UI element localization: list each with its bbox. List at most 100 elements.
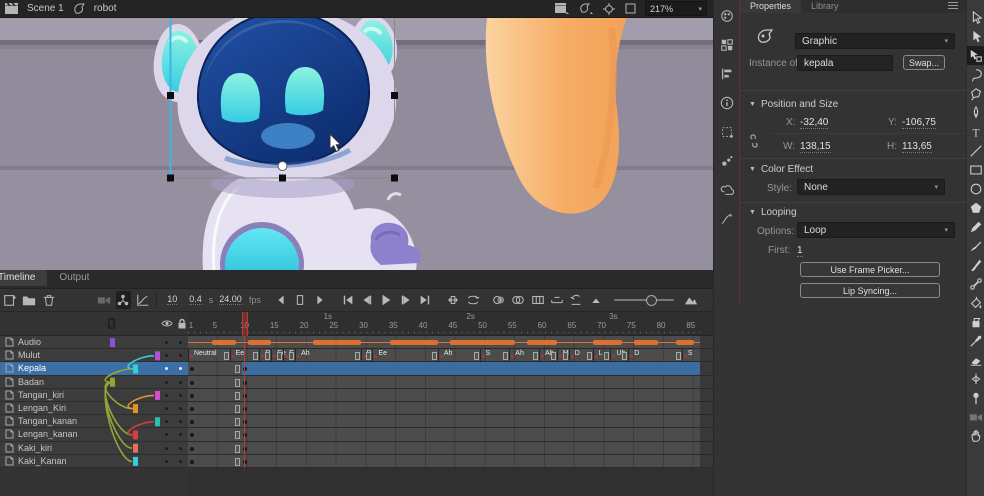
layer-lock-dot[interactable]: [179, 407, 182, 410]
edit-multiple-frames-icon[interactable]: [530, 291, 545, 309]
frame-row-tangan_kanan[interactable]: [188, 415, 713, 428]
camera-view-icon[interactable]: [96, 291, 111, 309]
mouth-keyframe-segment[interactable]: D: [628, 349, 682, 361]
subselection-tool-icon[interactable]: [967, 27, 984, 46]
edit-symbols-icon[interactable]: [579, 3, 593, 14]
layer-visibility-dot[interactable]: [165, 394, 168, 397]
scene-clapper-icon[interactable]: [5, 3, 18, 14]
tab-timeline[interactable]: Timeline: [0, 270, 47, 286]
panel-drag-edge[interactable]: [739, 0, 740, 305]
new-folder-icon[interactable]: [21, 291, 36, 309]
paint-bucket-tool-icon[interactable]: [967, 293, 984, 312]
first-frame-value[interactable]: 1: [797, 245, 803, 257]
lip-syncing-button[interactable]: Lip Syncing...: [800, 283, 940, 298]
color-effect-section-header[interactable]: ▼ Color Effect: [749, 164, 813, 175]
current-frame-value[interactable]: 10: [167, 294, 177, 305]
selected-frame-span[interactable]: [242, 362, 700, 374]
polystar-tool-icon[interactable]: [967, 198, 984, 217]
timeline-zoom-in-icon[interactable]: [684, 291, 699, 309]
layer-row-lengan_kiri[interactable]: Lengan_Kiri: [0, 402, 188, 415]
section-collapse-icon[interactable]: ▼: [749, 101, 756, 108]
section-collapse-icon[interactable]: ▼: [749, 209, 756, 216]
cc-libraries-panel-icon[interactable]: [717, 180, 737, 200]
mouth-keyframe-segment[interactable]: D: [259, 349, 271, 361]
transform-panel-icon[interactable]: [717, 122, 737, 142]
new-layer-icon[interactable]: [2, 291, 17, 309]
layer-row-mulut[interactable]: Mulut: [0, 349, 188, 362]
info-panel-icon[interactable]: [717, 93, 737, 113]
symbol-type-dropdown[interactable]: Graphic▾: [795, 33, 955, 49]
layer-visibility-dot[interactable]: [165, 381, 168, 384]
clip-content-icon[interactable]: [625, 3, 636, 14]
align-panel-icon[interactable]: [717, 64, 737, 84]
last-frame-icon[interactable]: [418, 291, 433, 309]
frame-span[interactable]: [188, 376, 700, 388]
oval-tool-icon[interactable]: [967, 179, 984, 198]
timeline-zoom-slider[interactable]: [614, 299, 674, 301]
mouth-keyframe-segment[interactable]: D: [361, 349, 373, 361]
swatches-panel-icon[interactable]: [717, 35, 737, 55]
pen-tool-icon[interactable]: [967, 103, 984, 122]
link-dimensions-icon[interactable]: [747, 134, 761, 148]
hand-tool-icon[interactable]: [967, 426, 984, 445]
layer-visibility-dot[interactable]: [165, 433, 168, 436]
timeline-zoom-out-icon[interactable]: [588, 291, 603, 309]
reset-timeline-zoom-icon[interactable]: [569, 291, 584, 309]
eyedropper-tool-icon[interactable]: [967, 331, 984, 350]
layer-visibility-dot[interactable]: [165, 341, 168, 344]
looping-section-header[interactable]: ▼ Looping: [749, 207, 797, 218]
play-icon[interactable]: [379, 291, 394, 309]
looping-options-dropdown[interactable]: Loop▾: [797, 222, 955, 238]
layer-lock-dot[interactable]: [179, 354, 182, 357]
center-frame-icon[interactable]: [445, 291, 460, 309]
tab-output[interactable]: Output: [47, 270, 101, 286]
onion-skin-icon[interactable]: [491, 291, 506, 309]
motion-editor-panel-icon[interactable]: [717, 209, 737, 229]
mouth-keyframe-segment[interactable]: S: [682, 349, 700, 361]
center-stage-icon[interactable]: [603, 3, 615, 15]
position-size-section-header[interactable]: ▼ Position and Size: [749, 99, 838, 110]
layer-visibility-dot[interactable]: [165, 447, 168, 450]
h-value[interactable]: 113,65: [902, 141, 932, 153]
mouth-keyframe-segment[interactable]: F: [283, 349, 295, 361]
mouth-keyframe-segment[interactable]: S: [480, 349, 510, 361]
brush-library-panel-icon[interactable]: [717, 151, 737, 171]
frame-row-badan[interactable]: [188, 376, 713, 389]
lock-column-icon[interactable]: [177, 318, 187, 329]
frame-span[interactable]: [188, 455, 700, 467]
layer-lock-dot[interactable]: [179, 367, 182, 370]
mouth-keyframe-segment[interactable]: Ee: [271, 349, 283, 361]
scene-name[interactable]: Scene 1: [27, 3, 64, 14]
mouth-keyframe-segment[interactable]: Ee: [372, 349, 437, 361]
layer-lock-dot[interactable]: [179, 460, 182, 463]
tab-properties[interactable]: Properties: [740, 0, 801, 13]
width-tool-icon[interactable]: [967, 369, 984, 388]
tab-library[interactable]: Library: [801, 0, 849, 13]
step-forward-icon[interactable]: [312, 291, 327, 309]
frame-ruler[interactable]: 15101520253035404550556065707580851s2s3s: [188, 312, 713, 336]
line-tool-icon[interactable]: [967, 141, 984, 160]
y-value[interactable]: -106,75: [902, 117, 936, 129]
loop-icon[interactable]: [465, 291, 480, 309]
classic-brush-tool-icon[interactable]: [967, 255, 984, 274]
mouth-keyframe-segment[interactable]: M: [557, 349, 569, 361]
frames-area[interactable]: 15101520253035404550556065707580851s2s3s…: [188, 312, 713, 496]
onion-markers-icon[interactable]: [549, 291, 564, 309]
layer-visibility-dot[interactable]: [165, 354, 168, 357]
mouth-keyframe-segment[interactable]: Neutral: [188, 349, 230, 361]
fluid-brush-tool-icon[interactable]: [967, 236, 984, 255]
free-transform-tool-icon[interactable]: [967, 46, 984, 65]
parenting-view-icon[interactable]: [116, 291, 131, 309]
frame-row-lengan_kiri[interactable]: [188, 402, 713, 415]
layer-lock-dot[interactable]: [179, 433, 182, 436]
timeline-zoom-knob[interactable]: [646, 295, 657, 306]
section-collapse-icon[interactable]: ▼: [749, 166, 756, 173]
lasso-tool-icon[interactable]: [967, 65, 984, 84]
frame-span[interactable]: [188, 389, 700, 401]
prev-frame-icon[interactable]: [359, 291, 374, 309]
frame-row-lengan_kanan[interactable]: [188, 428, 713, 441]
mouth-keyframe-segment[interactable]: Ah: [295, 349, 360, 361]
fluid-lasso-tool-icon[interactable]: [967, 84, 984, 103]
layer-lock-dot[interactable]: [179, 341, 182, 344]
frame-row-tangan_kiri[interactable]: [188, 389, 713, 402]
